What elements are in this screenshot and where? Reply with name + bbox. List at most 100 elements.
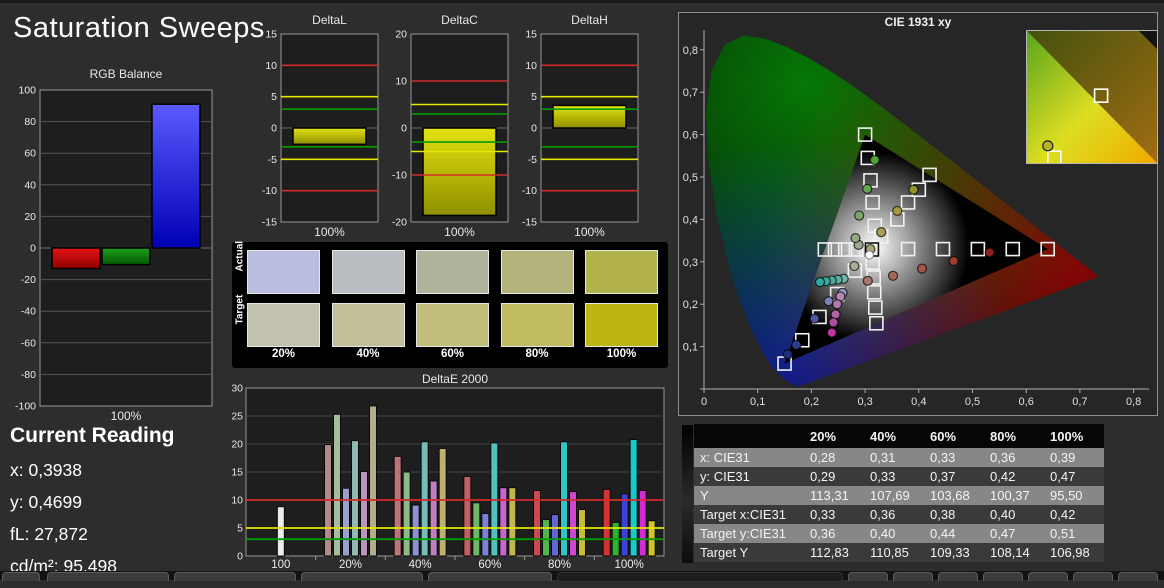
meter-bar — [422, 127, 497, 217]
measured-white-point — [864, 250, 874, 260]
svg-text:0,1: 0,1 — [750, 396, 765, 408]
page-title: Saturation Sweeps — [13, 12, 265, 44]
deltae-bar — [569, 491, 577, 557]
svg-text:60: 60 — [24, 148, 36, 160]
deltae-bar — [333, 413, 341, 557]
deltae-bar — [499, 487, 508, 557]
table-header-cell: 40% — [864, 424, 924, 448]
table-cell: 0,39 — [1044, 448, 1104, 467]
svg-text:0,8: 0,8 — [1126, 396, 1141, 408]
svg-text:0,7: 0,7 — [683, 87, 698, 99]
svg-text:10: 10 — [265, 60, 277, 72]
swatch-row-label: Target — [234, 294, 246, 325]
delta-c-chart: DeltaC -20 -10 0 10 20 100% — [384, 12, 514, 240]
svg-text:-60: -60 — [21, 337, 36, 349]
measured-point — [809, 313, 820, 324]
table-cell: 0,36 — [864, 505, 924, 524]
svg-text:0: 0 — [271, 123, 277, 135]
deltae-bar — [369, 405, 377, 557]
table-cell: 0,33 — [864, 467, 924, 486]
svg-text:-10: -10 — [262, 185, 277, 197]
table-row-label: y: CIE31 — [694, 467, 804, 486]
table-cell: 95,50 — [1044, 486, 1104, 505]
svg-text:5: 5 — [237, 523, 243, 535]
table-cell: 0,47 — [1044, 467, 1104, 486]
rgb_balance-svg: RGB Balance -100 -80 -60 -40 -20 0 20 40 60 80 100 1… — [15, 67, 213, 423]
svg-text:0,3: 0,3 — [683, 257, 698, 269]
svg-text:0: 0 — [237, 551, 243, 563]
table-header-cell: 80% — [984, 424, 1044, 448]
deltae-bar — [342, 487, 350, 557]
table-row-label: Target y:CIE31 — [694, 524, 804, 543]
current-reading-title: Current Reading — [10, 424, 175, 447]
deltae2000-svg: DeltaE 2000 0 5 10 15 20 25 30 100 20% 40% 60% 80% 10… — [231, 372, 665, 571]
swatch-column-label: 60% — [440, 348, 465, 360]
table-cell: 108,14 — [984, 543, 1044, 562]
svg-text:-10: -10 — [522, 185, 537, 197]
svg-text:100%: 100% — [314, 225, 345, 239]
svg-text:100%: 100% — [444, 225, 475, 239]
table-row: y: CIE31 0,29 0,33 0,37 0,42 0,47 — [694, 467, 1104, 486]
deltae-2000-chart: DeltaE 2000 0 5 10 15 20 25 30 100 20% 40% 60% 80% 10… — [231, 372, 668, 572]
window-top-border — [0, 0, 1164, 3]
svg-text:0,6: 0,6 — [683, 130, 698, 142]
svg-text:0,3: 0,3 — [857, 396, 872, 408]
deltae-bar — [463, 475, 472, 557]
swatch-actual-60% — [416, 250, 489, 294]
table-cell: 0,47 — [984, 524, 1044, 543]
table-row-label: x: CIE31 — [694, 448, 804, 467]
deltae-bar — [360, 470, 368, 557]
table-cell: 0,28 — [804, 448, 864, 467]
measured-point — [849, 260, 860, 272]
svg-text:-100: -100 — [15, 401, 36, 413]
svg-text:40: 40 — [24, 179, 36, 191]
deltae-bar — [276, 506, 285, 557]
table-cell: 0,40 — [984, 505, 1044, 524]
measured-point — [854, 210, 865, 221]
svg-text:100%: 100% — [111, 409, 142, 423]
svg-text:DeltaH: DeltaH — [571, 13, 608, 27]
swatch-column-label: 20% — [271, 348, 296, 360]
table-row: x: CIE31 0,28 0,31 0,33 0,36 0,39 — [694, 448, 1104, 467]
svg-text:0,1: 0,1 — [683, 342, 698, 354]
svg-text:15: 15 — [232, 467, 243, 479]
measured-point — [791, 339, 802, 351]
swatch-column-label: 40% — [356, 348, 380, 360]
deltae-bar — [551, 514, 559, 557]
swatch-target-40% — [331, 303, 405, 347]
deltae-bar — [429, 480, 438, 557]
table-row: Y 113,31 107,69 103,68 100,37 95,50 — [694, 486, 1104, 505]
deltae-bar — [411, 504, 420, 557]
table-cell: 100,37 — [984, 486, 1044, 505]
svg-text:0,8: 0,8 — [683, 45, 698, 57]
measured-point — [869, 154, 880, 166]
bottom-tab-strip — [0, 571, 1164, 581]
table-header-cell: 100% — [1044, 424, 1104, 448]
cie-panel-title: CIE 1931 xy — [884, 15, 952, 29]
table-row-label: Target x:CIE31 — [694, 505, 804, 524]
svg-text:0,4: 0,4 — [911, 396, 926, 408]
swatch-actual-100% — [585, 250, 658, 294]
table-cell: 0,42 — [984, 467, 1044, 486]
table-cell: 0,38 — [924, 505, 984, 524]
table-cell: 109,33 — [924, 543, 984, 562]
swatch-target-100% — [585, 303, 658, 347]
svg-text:0,6: 0,6 — [1019, 396, 1034, 408]
table-cell: 0,36 — [804, 524, 864, 543]
measured-point — [984, 247, 995, 258]
bar-red — [51, 247, 101, 270]
svg-text:15: 15 — [265, 29, 277, 41]
table-cell: 113,31 — [804, 486, 864, 505]
swatch-target-20% — [247, 303, 320, 347]
measured-point — [948, 255, 959, 267]
deltae-bar — [508, 487, 517, 557]
meter-bar — [292, 127, 367, 146]
table-cell: 0,31 — [864, 448, 924, 467]
table-cell: 0,42 — [1044, 505, 1104, 524]
measured-point — [850, 232, 861, 244]
svg-text:100: 100 — [18, 85, 36, 97]
swatch-actual-40% — [331, 250, 405, 294]
svg-text:0: 0 — [401, 123, 407, 135]
deltaL-svg: DeltaL -15 -10 -5 0 5 10 15 100% — [262, 13, 379, 239]
table-row-label: Y — [694, 486, 804, 505]
